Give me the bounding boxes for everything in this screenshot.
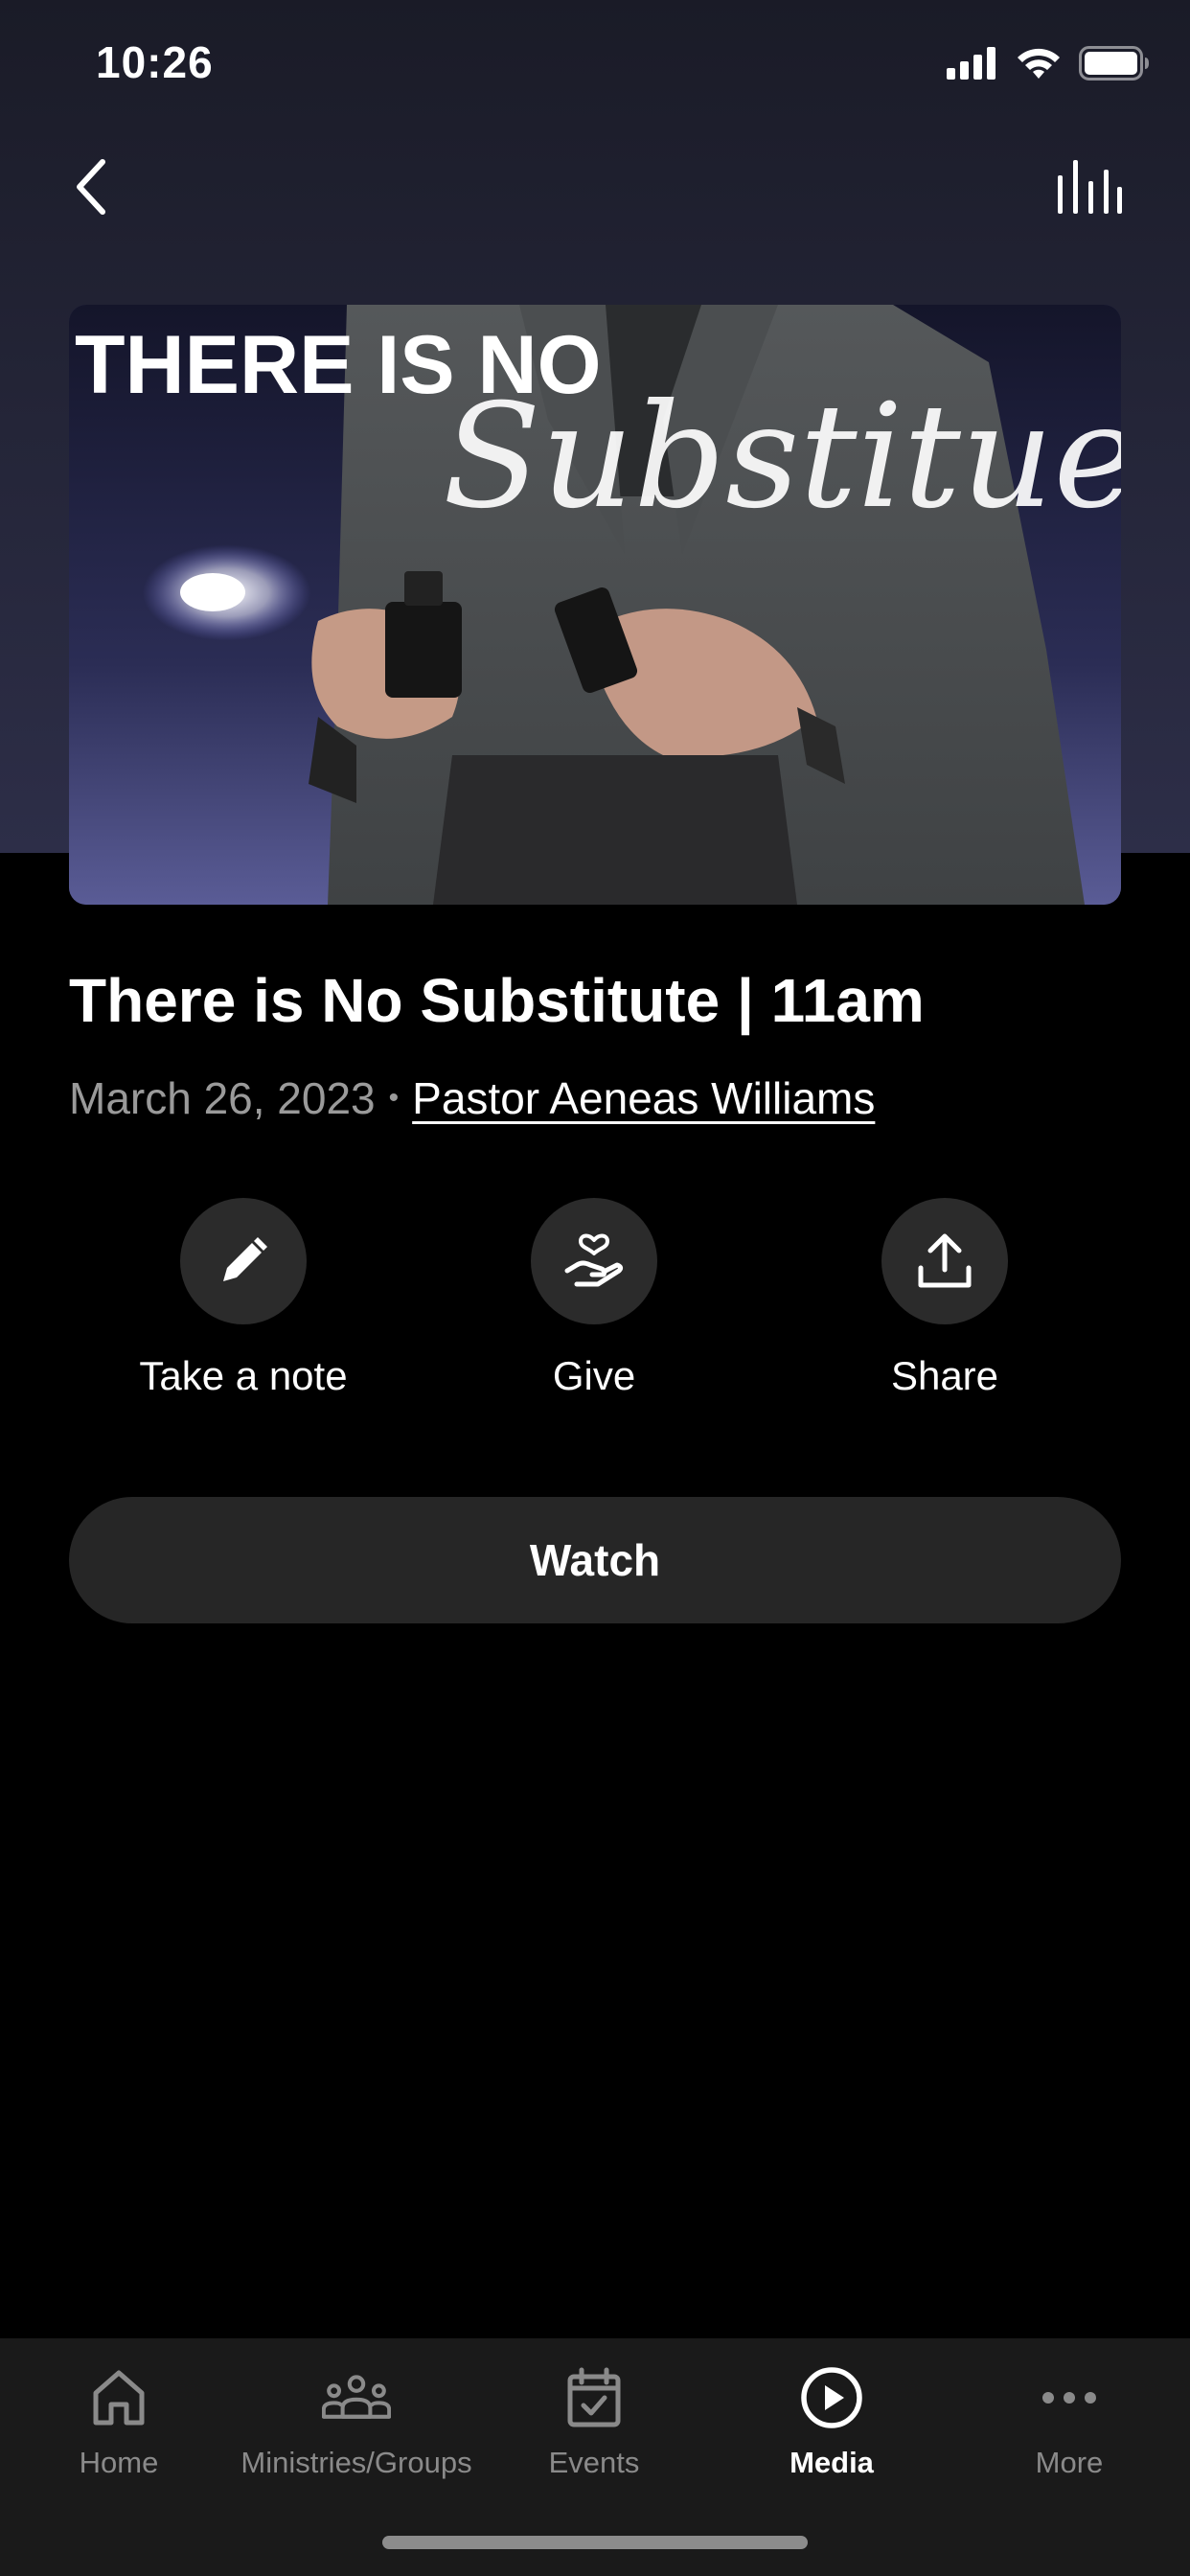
audio-button[interactable] [1046,153,1133,220]
battery-icon [1079,46,1150,85]
pencil-icon [223,1237,267,1281]
meta-separator: • [388,1081,400,1114]
more-dots-icon [1035,2363,1104,2432]
take-note-circle[interactable] [180,1198,307,1324]
groups-icon [322,2363,391,2432]
home-icon [84,2363,153,2432]
take-note-button[interactable]: Take a note [100,1198,387,1399]
take-note-label: Take a note [139,1353,348,1398]
audio-bars-icon [1058,160,1122,214]
tab-more[interactable]: More [950,2363,1188,2480]
status-time: 10:26 [96,37,214,87]
tab-home[interactable]: Home [0,2363,238,2480]
tab-bar: Home Ministries/Groups Events Media More [0,2338,1190,2576]
sermon-date: March 26, 2023 [69,1073,376,1123]
status-icons [947,46,1150,85]
tab-media[interactable]: Media [713,2363,950,2480]
play-circle-icon [797,2363,866,2432]
status-bar: 10:26 [0,0,1190,134]
watch-button[interactable]: Watch [69,1497,1121,1623]
sermon-title: There is No Substitute | 11am [69,966,925,1035]
tab-more-label: More [1035,2446,1104,2479]
artwork-title-line2: Substitue [443,374,1121,540]
give-circle[interactable] [531,1198,657,1324]
sermon-artwork[interactable]: THERE IS NO Substitue [69,305,1121,905]
share-label: Share [890,1353,999,1398]
sermon-meta: March 26, 2023 • Pastor Aeneas Williams [69,1070,875,1131]
tab-ministries-groups-label: Ministries/Groups [240,2446,472,2479]
home-indicator[interactable] [382,2536,808,2549]
wifi-icon [1016,46,1062,85]
share-upload-icon [918,1233,972,1288]
give-label: Give [552,1353,636,1398]
give-hand-heart-icon [564,1233,624,1287]
chevron-left-icon [77,159,105,215]
calendar-icon [560,2363,629,2432]
give-button[interactable]: Give [450,1198,738,1399]
cellular-signal-icon [947,47,998,84]
sermon-author-link[interactable]: Pastor Aeneas Williams [412,1073,875,1123]
tab-home-label: Home [79,2446,159,2479]
tab-media-label: Media [790,2446,874,2479]
share-button[interactable]: Share [801,1198,1088,1399]
back-button[interactable] [57,153,125,220]
share-circle[interactable] [881,1198,1008,1324]
tab-ministries-groups[interactable]: Ministries/Groups [238,2363,475,2480]
tab-events[interactable]: Events [475,2363,713,2480]
tab-events-label: Events [548,2446,640,2479]
